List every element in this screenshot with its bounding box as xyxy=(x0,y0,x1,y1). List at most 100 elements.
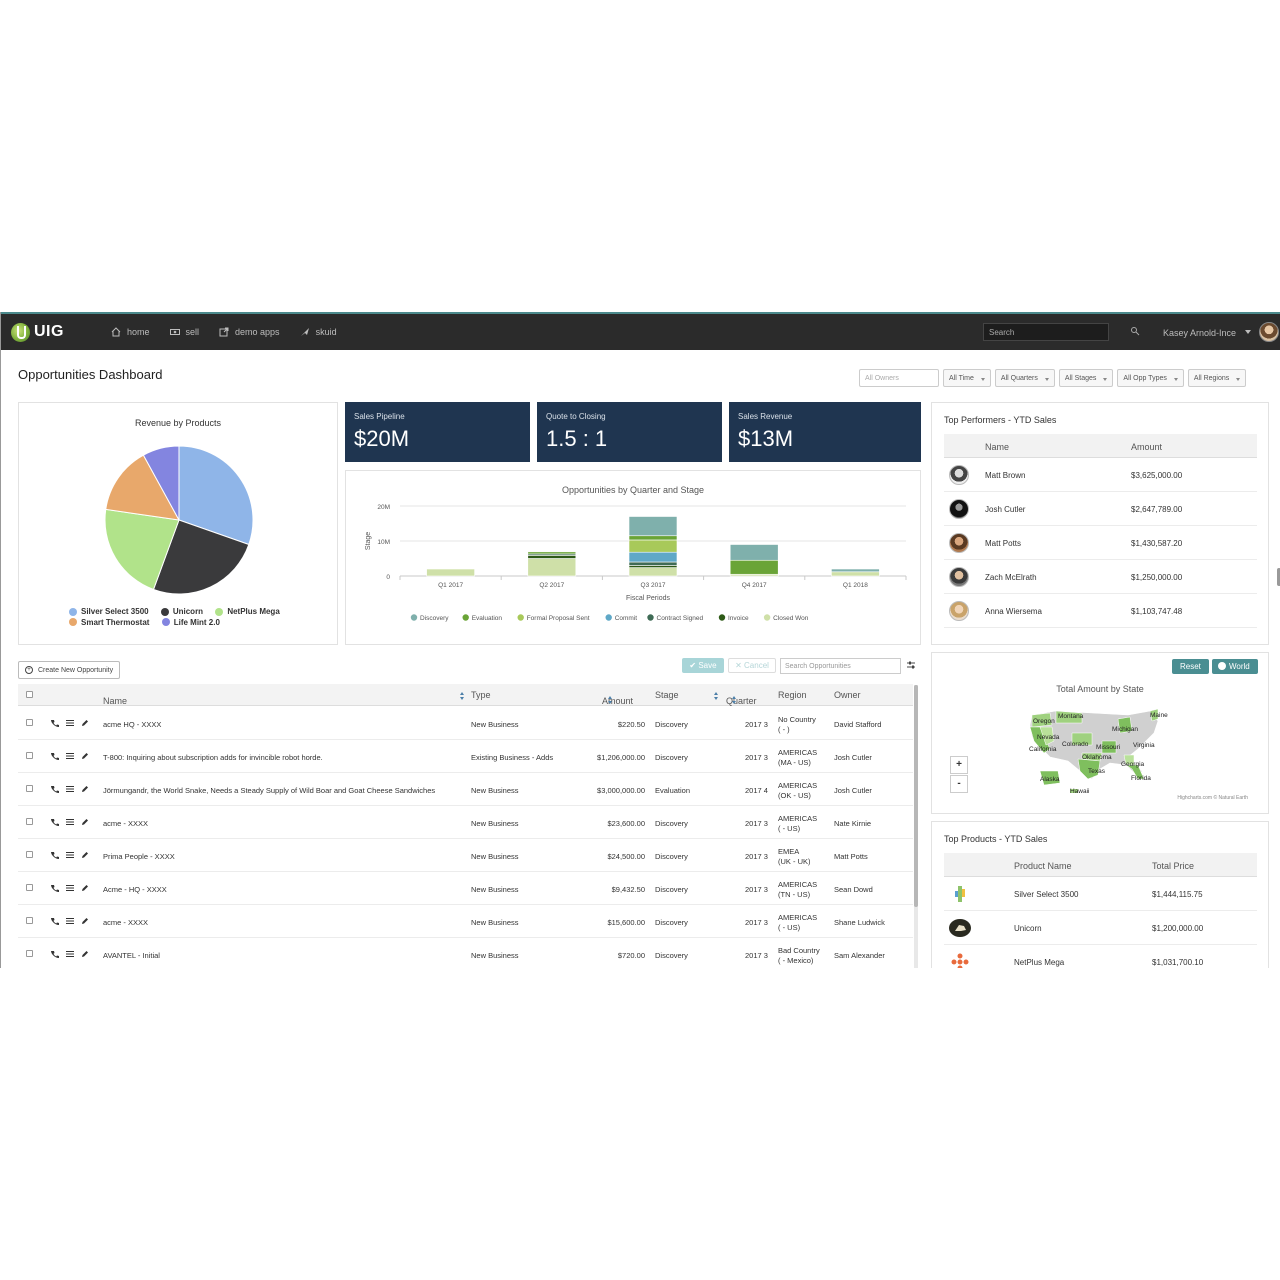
table-row[interactable]: Jörmungandr, the World Snake, Needs a St… xyxy=(18,773,913,806)
bar-discovery[interactable] xyxy=(628,516,678,537)
table-row[interactable]: acme HQ - XXXX New Business $220.50 Discove… xyxy=(18,707,913,740)
bar-commit[interactable] xyxy=(628,551,678,563)
us-map[interactable]: Montana Oregon Nevada California Colorad… xyxy=(932,653,1270,815)
opp-name[interactable]: T-800: Inquiring about subscription adds… xyxy=(103,753,323,762)
table-row[interactable]: Matt Brown $3,625,000.00 xyxy=(944,458,1257,492)
pencil-icon[interactable] xyxy=(81,950,89,958)
stages-filter[interactable]: All Stages xyxy=(1058,369,1114,387)
col-stage[interactable]: Stage xyxy=(655,690,679,700)
nav-item-sell[interactable]: sell xyxy=(169,327,199,337)
logo[interactable]: UIG xyxy=(11,322,91,342)
col-region[interactable]: Region xyxy=(778,690,807,700)
legend-label-closed-won[interactable]: Closed Won xyxy=(773,615,809,622)
time-filter[interactable]: All Time xyxy=(943,369,991,387)
phone-icon[interactable] xyxy=(51,917,59,925)
regions-filter[interactable]: All Regions xyxy=(1187,369,1247,387)
sort-icon[interactable] xyxy=(460,692,465,700)
bar-closed-won[interactable] xyxy=(527,558,577,577)
sort-icon[interactable] xyxy=(714,692,719,700)
owners-filter[interactable]: All Owners xyxy=(859,369,939,387)
map-credit[interactable]: Highcharts.com © Natural Earth xyxy=(1177,795,1248,801)
bar-invoice[interactable] xyxy=(527,555,577,559)
sliders-icon[interactable] xyxy=(907,661,915,669)
table-row[interactable]: Zach McElrath $1,250,000.00 xyxy=(944,560,1257,594)
table-scrollbar-thumb[interactable] xyxy=(914,685,918,907)
opp-name[interactable]: acme HQ - XXXX xyxy=(103,720,161,729)
opp-name[interactable]: acme - XXXX xyxy=(103,918,148,927)
row-checkbox[interactable] xyxy=(26,851,33,858)
col-amount[interactable]: Amount xyxy=(1131,442,1162,452)
col-product-name[interactable]: Product Name xyxy=(1014,861,1072,871)
legend-label-invoice[interactable]: Invoice xyxy=(728,615,749,622)
bar-contract-signed[interactable] xyxy=(628,561,678,566)
pencil-icon[interactable] xyxy=(81,884,89,892)
table-row[interactable]: Unicorn $1,200,000.00 xyxy=(944,911,1257,945)
bar-evaluation[interactable] xyxy=(729,559,779,575)
table-row[interactable]: Anna Wiersema $1,103,747.48 xyxy=(944,594,1257,628)
list-icon[interactable] xyxy=(66,719,74,727)
pencil-icon[interactable] xyxy=(81,785,89,793)
legend-item-life-mint[interactable]: Life Mint 2.0 xyxy=(161,618,220,627)
bar-closed-won[interactable] xyxy=(628,567,678,577)
table-row[interactable]: Matt Potts $1,430,587.20 xyxy=(944,526,1257,560)
phone-icon[interactable] xyxy=(51,785,59,793)
list-icon[interactable] xyxy=(66,851,74,859)
bar-closed-won[interactable] xyxy=(831,571,880,577)
phone-icon[interactable] xyxy=(51,950,59,958)
table-row[interactable]: T-800: Inquiring about subscription adds… xyxy=(18,740,913,773)
phone-icon[interactable] xyxy=(51,851,59,859)
opp-name[interactable]: AVANTEL - Initial xyxy=(103,951,160,960)
create-new-opportunity-button[interactable]: + Create New Opportunity xyxy=(18,661,121,679)
select-all-checkbox[interactable] xyxy=(26,691,33,698)
bar-formal-proposal-sent[interactable] xyxy=(628,539,678,553)
pencil-icon[interactable] xyxy=(81,851,89,859)
table-row[interactable]: AVANTEL - Initial New Business $720.00 Disc… xyxy=(18,938,913,968)
phone-icon[interactable] xyxy=(51,719,59,727)
quarters-filter[interactable]: All Quarters xyxy=(994,369,1055,387)
legend-label-commit[interactable]: Commit xyxy=(615,615,638,622)
cancel-button[interactable]: ✕ Cancel xyxy=(728,658,776,673)
table-row[interactable]: Josh Cutler $2,647,789.00 xyxy=(944,492,1257,526)
phone-icon[interactable] xyxy=(51,752,59,760)
opp-name[interactable]: Acme - HQ - XXXX xyxy=(103,885,167,894)
nav-item-skuid[interactable]: skuid xyxy=(300,327,337,337)
list-icon[interactable] xyxy=(66,917,74,925)
pencil-icon[interactable] xyxy=(81,818,89,826)
col-total-price[interactable]: Total Price xyxy=(1152,861,1194,871)
bar-closed-won[interactable] xyxy=(426,568,475,577)
table-row[interactable]: Prima People - XXXX New Business $24,500.0… xyxy=(18,839,913,872)
col-owner[interactable]: Owner xyxy=(834,690,861,700)
table-row[interactable]: Silver Select 3500 $1,444,115.75 xyxy=(944,877,1257,911)
legend-label-formal-proposal-sent[interactable]: Formal Proposal Sent xyxy=(527,615,590,622)
col-name[interactable]: Name xyxy=(985,442,1009,452)
pencil-icon[interactable] xyxy=(81,917,89,925)
legend-label-discovery[interactable]: Discovery xyxy=(420,615,449,622)
table-row[interactable]: NetPlus Mega $1,031,700.10 xyxy=(944,945,1257,968)
row-checkbox[interactable] xyxy=(26,818,33,825)
zoom-in-button[interactable]: + xyxy=(950,756,968,774)
row-checkbox[interactable] xyxy=(26,719,33,726)
legend-label-contract-signed[interactable]: Contract Signed xyxy=(657,615,704,622)
bar-discovery[interactable] xyxy=(831,568,880,573)
opp-types-filter[interactable]: All Opp Types xyxy=(1117,369,1184,387)
bar-evaluation[interactable] xyxy=(527,551,577,555)
save-button[interactable]: ✔ Save xyxy=(682,658,724,673)
opp-name[interactable]: acme - XXXX xyxy=(103,819,148,828)
table-row[interactable]: Acme - HQ - XXXX New Business $9,432.50 Dis… xyxy=(18,872,913,905)
nav-item-home[interactable]: home xyxy=(111,327,150,337)
row-checkbox[interactable] xyxy=(26,884,33,891)
row-checkbox[interactable] xyxy=(26,785,33,792)
pencil-icon[interactable] xyxy=(81,752,89,760)
list-icon[interactable] xyxy=(66,785,74,793)
phone-icon[interactable] xyxy=(51,818,59,826)
list-icon[interactable] xyxy=(66,884,74,892)
list-icon[interactable] xyxy=(66,950,74,958)
table-row[interactable]: acme - XXXX New Business $15,600.00 Discove… xyxy=(18,905,913,938)
zoom-out-button[interactable]: - xyxy=(950,775,968,793)
row-checkbox[interactable] xyxy=(26,950,33,957)
search-icon[interactable] xyxy=(1130,326,1140,336)
user-name[interactable]: Kasey Arnold-Ince xyxy=(1163,328,1236,338)
opp-name[interactable]: Prima People - XXXX xyxy=(103,852,175,861)
col-type[interactable]: Type xyxy=(471,690,491,700)
chevron-down-icon[interactable] xyxy=(1245,330,1251,334)
